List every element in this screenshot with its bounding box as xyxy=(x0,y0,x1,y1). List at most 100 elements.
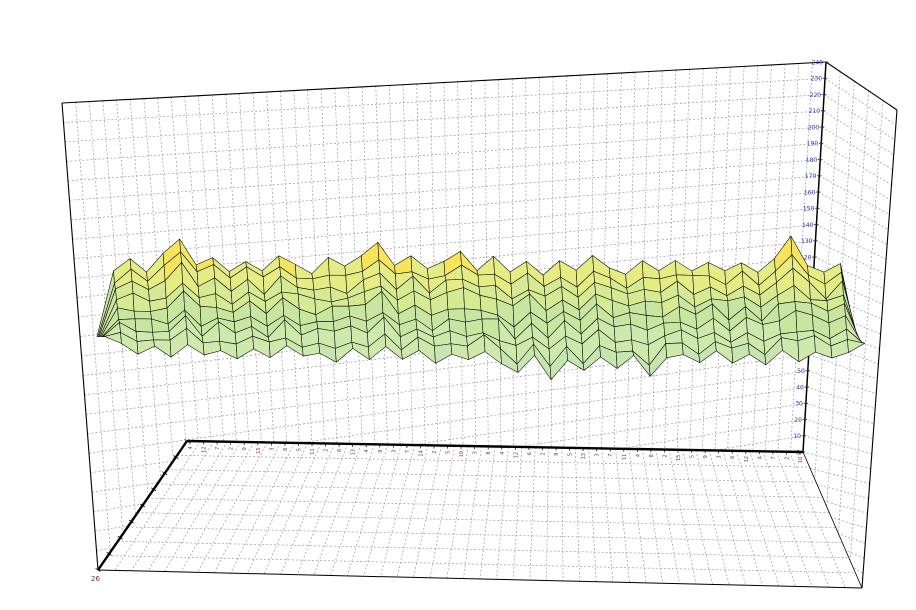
grid-line xyxy=(364,445,402,576)
category-axis-label: 14 xyxy=(418,450,424,456)
grid-line xyxy=(497,447,509,580)
grid-line xyxy=(397,445,428,577)
grid-line xyxy=(776,452,829,588)
category-axis-label: 4 xyxy=(364,449,370,452)
grid-line xyxy=(803,452,871,469)
grid-line xyxy=(281,444,335,575)
category-axis-label: 2 xyxy=(229,447,235,450)
surface-facet xyxy=(478,274,496,286)
category-axis-label: 2 xyxy=(432,450,438,453)
surface-facet xyxy=(328,257,346,275)
surface-facet xyxy=(135,319,153,332)
grid-line xyxy=(480,447,495,580)
grid-line xyxy=(447,446,468,578)
value-axis-label: 180 xyxy=(806,157,818,164)
grid-line xyxy=(62,103,98,570)
grid-line xyxy=(546,447,548,580)
grid-line xyxy=(709,450,745,585)
surface-facet xyxy=(154,340,172,357)
category-axis-label: 12 xyxy=(744,456,750,462)
category-axis-label: 9 xyxy=(554,453,560,456)
grid-line xyxy=(167,470,816,483)
grid-line xyxy=(819,176,889,215)
grid-line xyxy=(652,71,662,453)
grid-line xyxy=(808,371,876,394)
value-axis-label: 240 xyxy=(812,59,824,66)
category-axis-label: 5 xyxy=(446,451,452,454)
grid-line xyxy=(602,448,613,582)
grid-line xyxy=(128,527,843,543)
category-axis-label: 4 xyxy=(757,456,763,459)
grid-line xyxy=(247,443,307,573)
value-axis-label: 190 xyxy=(807,141,819,148)
surface-facet xyxy=(477,256,495,275)
grid-line xyxy=(809,355,878,379)
grid-line xyxy=(539,77,540,450)
grid-line xyxy=(512,79,513,450)
surface-facet xyxy=(666,343,684,358)
grid-line xyxy=(187,441,803,452)
value-axis-label: 230 xyxy=(811,76,823,83)
grid-line xyxy=(575,448,579,581)
grid-line xyxy=(148,442,227,571)
grid-line xyxy=(862,110,897,588)
category-axis-label: 13 xyxy=(351,449,357,455)
surface-facet xyxy=(134,311,152,319)
category-axis-label: 5 xyxy=(568,453,574,456)
grid-line xyxy=(562,448,563,581)
category-axis-label: 2 xyxy=(662,454,668,457)
category-axis-label: 9 xyxy=(242,447,248,450)
grid-line xyxy=(740,66,758,454)
grid-line xyxy=(823,501,867,514)
surface-facet xyxy=(847,340,865,353)
grid-line xyxy=(157,484,822,497)
surface-chart-window: 2402302202102001901801701601501401301201… xyxy=(0,0,916,610)
surface-facet xyxy=(692,262,710,276)
category-axis-label: 15 xyxy=(256,447,262,453)
grid-line xyxy=(530,447,535,580)
grid-line xyxy=(108,556,856,573)
value-axis-label: 130 xyxy=(801,238,813,245)
grid-line xyxy=(642,449,662,583)
category-axis-label: 13 xyxy=(581,453,587,459)
grid-line xyxy=(817,208,887,244)
category-axis-label: 10 xyxy=(798,457,804,463)
category-axis-label: 6 xyxy=(730,456,736,459)
grid-line xyxy=(810,468,870,483)
grid-line xyxy=(790,452,846,588)
grid-line xyxy=(89,355,809,454)
grid-line xyxy=(214,443,280,573)
grid-line xyxy=(62,62,826,103)
grid-line xyxy=(589,448,597,582)
grid-line xyxy=(614,73,621,452)
category-axis-label: 11 xyxy=(310,448,316,454)
surface-facet xyxy=(675,260,693,275)
category-axis-label: 8 xyxy=(649,454,655,457)
surface-chart-canvas: 2402302202102001901801701601501401301201… xyxy=(0,0,916,610)
category-axis-label: 8 xyxy=(283,448,289,451)
grid-line xyxy=(430,446,455,578)
surface-facet xyxy=(434,344,452,364)
value-axis-label: 20 xyxy=(794,417,802,424)
value-axis-label: 30 xyxy=(795,401,803,408)
grid-line xyxy=(696,450,729,585)
grid-line xyxy=(71,160,820,220)
grid-line xyxy=(118,541,849,557)
category-axis-label: 4 xyxy=(500,452,506,455)
grid-line xyxy=(414,446,442,578)
category-axis-label: 2 xyxy=(784,457,790,460)
grid-line xyxy=(380,445,414,577)
grid-line xyxy=(682,450,712,585)
grid-line xyxy=(690,69,704,453)
series-axis-corner-label: 26 xyxy=(91,575,100,583)
category-axis-label: 12 xyxy=(202,446,208,452)
grid-line xyxy=(817,485,869,499)
grid-line xyxy=(463,446,481,578)
surface-facet xyxy=(451,344,469,360)
surface-facet xyxy=(203,341,221,355)
category-axis-label: 3 xyxy=(595,453,601,456)
surface-facet xyxy=(220,341,238,359)
value-axis-label: 40 xyxy=(796,384,804,391)
value-axis-label: 50 xyxy=(797,368,805,375)
category-axis-label: 4 xyxy=(188,446,194,449)
